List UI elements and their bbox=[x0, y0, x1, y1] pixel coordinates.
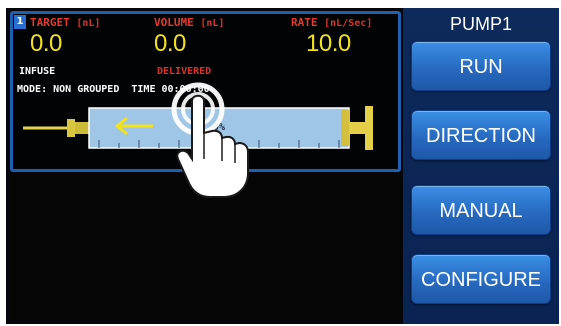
volume-value: 0.0 bbox=[154, 30, 186, 57]
pointing-hand-icon bbox=[171, 82, 249, 198]
direction-label: INFUSE bbox=[19, 66, 56, 77]
control-sidebar: PUMP1 RUN DIRECTION MANUAL CONFIGURE bbox=[403, 8, 559, 324]
syringe-hub bbox=[67, 119, 75, 137]
configure-button[interactable]: CONFIGURE bbox=[411, 254, 551, 304]
volume-header: VOLUME [nL] bbox=[154, 16, 224, 29]
rate-value: 10.0 bbox=[306, 30, 351, 57]
delivered-label: DELIVERED bbox=[157, 66, 212, 77]
target-unit: [nL] bbox=[76, 18, 101, 29]
target-value: 0.0 bbox=[30, 30, 62, 57]
run-button[interactable]: RUN bbox=[411, 41, 551, 91]
syringe-plunger-head bbox=[365, 106, 373, 150]
syringe-plunger-stopper bbox=[341, 110, 349, 146]
syringe-tip bbox=[75, 122, 89, 134]
pump-title: PUMP1 bbox=[449, 14, 512, 34]
rate-header-label: RATE bbox=[291, 16, 318, 29]
volume-header-label: VOLUME bbox=[154, 16, 194, 29]
pump-number-badge: 1 bbox=[14, 15, 26, 29]
rate-unit: [nL/Sec] bbox=[324, 18, 373, 29]
manual-button[interactable]: MANUAL bbox=[411, 185, 551, 235]
touchscreen: 1 TARGET [nL] VOLUME [nL] RATE [nL/Sec] … bbox=[6, 8, 559, 324]
volume-unit: [nL] bbox=[200, 18, 225, 29]
direction-button[interactable]: DIRECTION bbox=[411, 110, 551, 160]
target-header-label: TARGET bbox=[30, 16, 70, 29]
target-header: TARGET [nL] bbox=[30, 16, 100, 29]
device-bezel: 1 TARGET [nL] VOLUME [nL] RATE [nL/Sec] … bbox=[0, 0, 561, 326]
rate-header: RATE [nL/Sec] bbox=[291, 16, 372, 29]
syringe-plunger-rod bbox=[349, 122, 365, 134]
